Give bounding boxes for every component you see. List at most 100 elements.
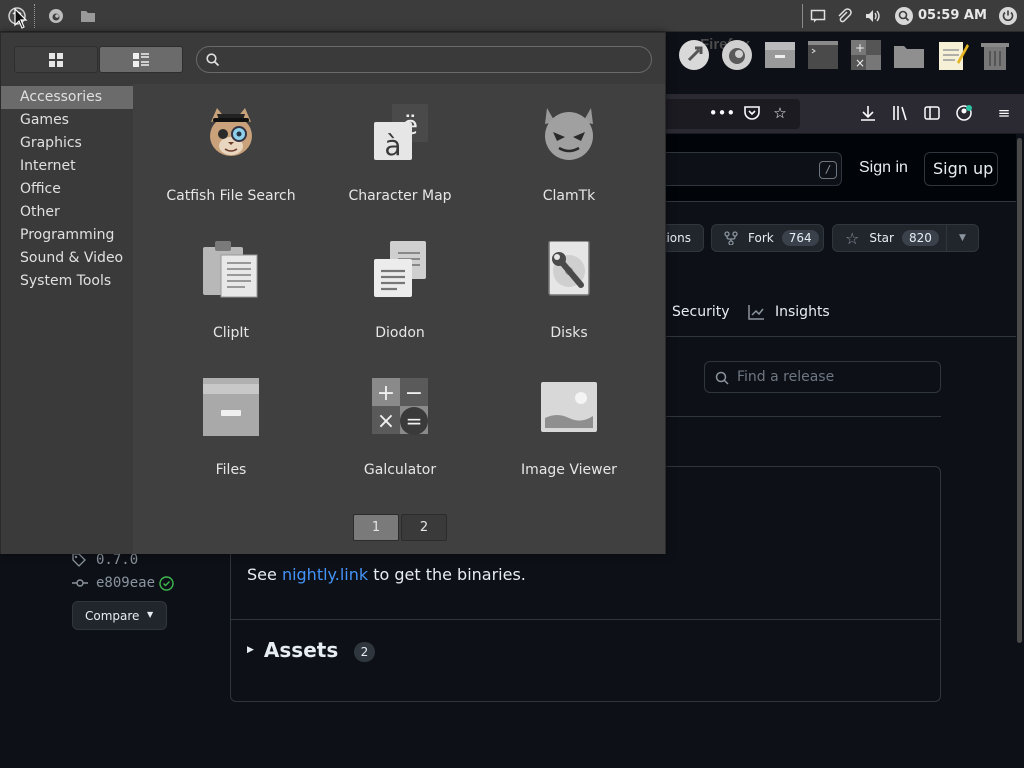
star-icon: ☆ (845, 228, 860, 248)
star-dropdown-button[interactable]: ▼ (946, 224, 979, 252)
app-character-map[interactable]: ë à Character Map (315, 104, 485, 224)
app-label: Character Map (348, 188, 452, 204)
menu-search-input[interactable] (196, 46, 652, 73)
page-1-button[interactable]: 1 (353, 514, 399, 541)
category-office[interactable]: Office (1, 178, 133, 201)
search-icon[interactable] (893, 0, 915, 32)
calc-equals-glyph: = (406, 409, 423, 433)
app-catfish-file-search[interactable]: Catfish File Search (146, 104, 316, 224)
actions-label: tions (661, 231, 691, 245)
sign-in-link[interactable]: Sign in (859, 159, 908, 177)
find-release-input[interactable]: Find a release (704, 361, 941, 393)
assets-count: 2 (354, 642, 375, 662)
trash-dock-icon[interactable] (978, 38, 1012, 72)
app-files[interactable]: Files (146, 378, 316, 498)
category-programming[interactable]: Programming (1, 224, 133, 247)
sidebar-icon[interactable] (922, 103, 942, 123)
search-shortcut-key: / (819, 161, 837, 179)
category-accessories[interactable]: Accessories (1, 86, 133, 109)
calculator-dock-icon[interactable]: + × (849, 38, 883, 72)
files-dock-icon[interactable] (763, 38, 797, 72)
page-actions-icon[interactable]: ••• (709, 103, 736, 123)
commit-icon (72, 579, 88, 587)
tag-label: 0.7.0 (96, 552, 139, 568)
panel-separator (802, 4, 803, 28)
downloads-icon[interactable] (858, 103, 878, 123)
find-release-placeholder: Find a release (737, 369, 835, 385)
app-image-viewer[interactable]: Image Viewer (484, 378, 654, 498)
category-graphics[interactable]: Graphics (1, 132, 133, 155)
release-tag[interactable]: 0.7.0 (72, 552, 138, 568)
account-icon[interactable] (954, 103, 974, 123)
app-clipit[interactable]: ClipIt (146, 241, 316, 361)
app-diodon[interactable]: Diodon (315, 241, 485, 361)
tab-insights-label: Insights (775, 304, 830, 320)
disks-icon (541, 240, 597, 299)
tab-security[interactable]: Security (672, 304, 730, 320)
calc-plus-glyph: + (377, 381, 395, 406)
pocket-icon[interactable] (742, 103, 762, 123)
library-icon[interactable] (890, 103, 910, 123)
category-games[interactable]: Games (1, 109, 133, 132)
category-sound-video[interactable]: Sound & Video (1, 247, 133, 270)
image-viewer-icon (541, 378, 597, 436)
page-scrollbar-thumb[interactable] (1017, 138, 1022, 643)
chevron-down-icon: ▼ (147, 610, 154, 619)
nightly-link[interactable]: nightly.link (282, 565, 368, 584)
list-view-icon (133, 52, 149, 67)
category-internet[interactable]: Internet (1, 155, 133, 178)
terminal-dock-icon[interactable] (806, 38, 840, 72)
app-disks[interactable]: Disks (484, 240, 654, 361)
clock[interactable]: 05:59 AM (918, 0, 987, 32)
calc-times-glyph: × (377, 409, 395, 434)
hamburger-menu-icon[interactable]: ≡ (994, 103, 1014, 123)
note-suffix: to get the binaries. (368, 565, 526, 584)
power-icon[interactable] (997, 0, 1019, 32)
folder-launcher-icon[interactable] (76, 0, 100, 32)
firefox-dock-icon[interactable] (720, 38, 754, 72)
commit-sha: e809eae (96, 575, 156, 591)
list-view-button[interactable] (99, 46, 183, 73)
app-galculator[interactable]: + − × = Galculator (315, 378, 485, 498)
app-label: Image Viewer (521, 462, 617, 478)
top-panel: 05:59 AM (0, 0, 1024, 32)
compare-button[interactable]: Compare ▼ (72, 601, 167, 630)
firefox-launcher-icon[interactable] (44, 0, 68, 32)
icon-view-button[interactable] (14, 46, 98, 73)
folder-dock-icon[interactable] (892, 38, 926, 72)
search-icon (206, 53, 220, 67)
sign-up-button[interactable]: Sign up (924, 152, 998, 186)
app-label: ClipIt (212, 325, 250, 341)
page-2-button[interactable]: 2 (401, 514, 447, 541)
app-clamtk[interactable]: ClamTk (484, 104, 654, 224)
svg-text:+: + (855, 41, 865, 55)
tab-security-label: Security (672, 304, 730, 320)
verified-check-icon (159, 575, 174, 591)
chevron-down-icon: ▼ (959, 233, 966, 243)
star-button[interactable]: ☆ Star 820 (832, 224, 947, 252)
text-editor-dock-icon[interactable] (935, 38, 969, 72)
app-label: Diodon (375, 325, 425, 341)
release-commit[interactable]: e809eae (72, 575, 174, 591)
clipboard-clip-icon[interactable] (834, 0, 854, 32)
fork-button[interactable]: Fork 764 (711, 224, 824, 252)
assets-toggle[interactable]: ▶ Assets (247, 638, 338, 662)
tab-insights[interactable]: Insights (748, 304, 830, 320)
bookmark-star-icon[interactable]: ☆ (770, 103, 790, 123)
rocket-icon[interactable] (677, 38, 711, 72)
desktop-screen: Firefox + × ••• ☆ ≡ / Sign in Sign up ti… (0, 0, 1024, 768)
volume-icon[interactable] (862, 0, 884, 32)
category-other[interactable]: Other (1, 201, 133, 224)
release-notes: See nightly.link to get the binaries. (247, 565, 526, 584)
charmap-glyph-bottom: à (384, 129, 401, 162)
app-label: Disks (550, 325, 588, 341)
calc-minus-glyph: − (405, 381, 423, 406)
notification-icon[interactable] (808, 0, 828, 32)
svg-text:×: × (855, 56, 865, 70)
catfish-icon (203, 104, 259, 162)
files-icon (203, 378, 259, 436)
category-system-tools[interactable]: System Tools (1, 270, 133, 293)
app-label: Galculator (363, 462, 437, 478)
tag-icon (72, 553, 86, 567)
fork-label: Fork (748, 231, 774, 245)
